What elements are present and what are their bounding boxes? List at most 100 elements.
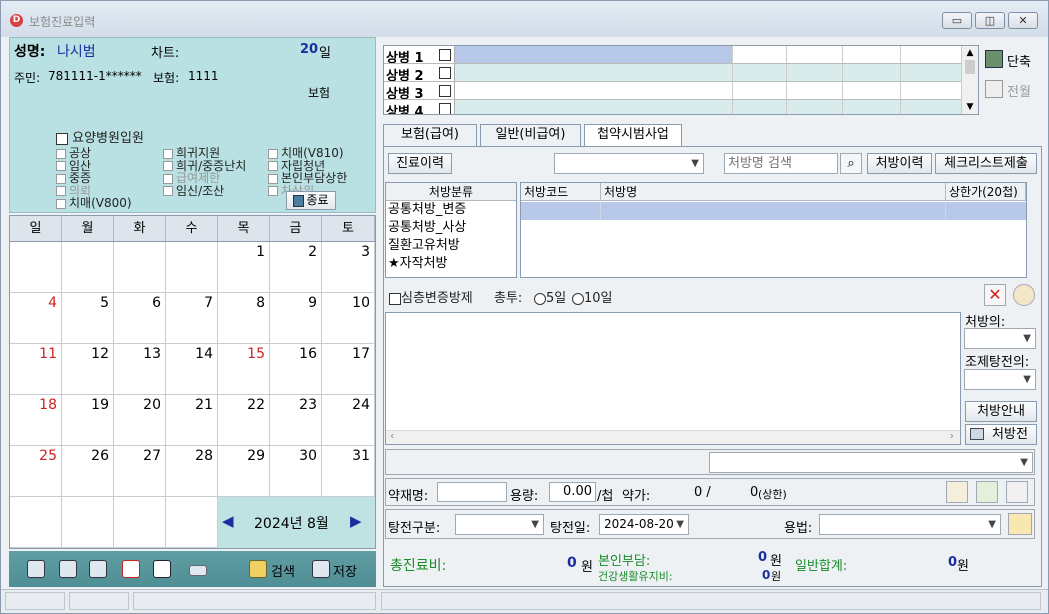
tab-general[interactable]: 일반(비급여): [480, 124, 581, 146]
prep-doctor-select[interactable]: ▼: [964, 369, 1036, 390]
scroll-up-icon[interactable]: ▲: [962, 46, 978, 60]
calendar-day[interactable]: [114, 242, 166, 293]
calendar-icon[interactable]: [122, 560, 140, 578]
calendar-day[interactable]: 16: [270, 344, 322, 395]
transfer-label[interactable]: 전월: [1007, 81, 1031, 100]
transfer-icon[interactable]: [985, 80, 1003, 98]
radio-icon[interactable]: [572, 292, 584, 305]
checkbox[interactable]: [439, 67, 451, 79]
next-month-icon[interactable]: ▶: [350, 512, 362, 530]
calendar-day[interactable]: 17: [322, 344, 375, 395]
diagnosis-cell[interactable]: [786, 82, 842, 99]
col-price[interactable]: 상한가(20첩): [946, 183, 1026, 201]
diagnosis-cell[interactable]: [786, 100, 842, 114]
checklist-button[interactable]: 체크리스트제출: [935, 153, 1037, 174]
diagnosis-cell[interactable]: [786, 64, 842, 81]
calendar-day[interactable]: 4: [10, 293, 62, 344]
search-input[interactable]: [724, 153, 838, 174]
delete-icon[interactable]: ✕: [984, 284, 1006, 306]
herb-list-hscroll[interactable]: ‹ ›: [386, 429, 960, 444]
diagnosis-cell[interactable]: [732, 100, 786, 114]
diagnosis-cell[interactable]: [732, 46, 786, 63]
scroll-right-icon[interactable]: ›: [950, 429, 954, 442]
search-icon[interactable]: ⌕: [840, 153, 862, 174]
calendar-day[interactable]: 6: [114, 293, 166, 344]
calendar-day[interactable]: 27: [114, 446, 166, 497]
calendar-day[interactable]: [114, 497, 166, 548]
rx-category-item[interactable]: 질환고유처방: [386, 237, 516, 255]
decoction-date-select[interactable]: 2024-08-20 ▼: [599, 514, 689, 535]
prev-month-icon[interactable]: ◀: [222, 512, 234, 530]
scroll-left-icon[interactable]: ‹: [390, 429, 394, 442]
print-icon[interactable]: [27, 560, 45, 578]
tab-pilot-program[interactable]: 첩약시범사업: [584, 124, 682, 147]
extra-select[interactable]: ▼: [709, 452, 1033, 473]
close-button[interactable]: ✕: [1008, 12, 1038, 29]
doctor-icon[interactable]: [1013, 284, 1035, 306]
rx-guide-button[interactable]: 처방안내: [965, 401, 1037, 422]
calendar-day[interactable]: 11: [10, 344, 62, 395]
diagnosis-cell[interactable]: [454, 64, 732, 81]
calendar-day[interactable]: [10, 242, 62, 293]
search-icon[interactable]: [249, 560, 267, 578]
calendar-day[interactable]: 29: [218, 446, 270, 497]
calendar-day[interactable]: [62, 497, 114, 548]
checkbox[interactable]: [56, 198, 66, 209]
calendar-day[interactable]: 5: [62, 293, 114, 344]
calendar-day[interactable]: 20: [114, 395, 166, 446]
radio-5-days[interactable]: 5일: [534, 287, 566, 306]
diagnosis-cell[interactable]: [900, 46, 961, 63]
save-icon[interactable]: [312, 560, 330, 578]
diagnosis-cell[interactable]: [842, 64, 900, 81]
printer-icon[interactable]: [59, 560, 77, 578]
checkbox[interactable]: [439, 85, 451, 97]
calendar-day[interactable]: 15: [218, 344, 270, 395]
calendar-day[interactable]: 14: [166, 344, 218, 395]
tools-icon[interactable]: [89, 560, 107, 578]
rx-category-item[interactable]: ★자작처방: [386, 255, 516, 273]
calendar-day[interactable]: 19: [62, 395, 114, 446]
scroll-down-icon[interactable]: ▼: [962, 100, 978, 114]
herb-name-input[interactable]: [437, 482, 507, 502]
calendar-day[interactable]: 1: [218, 242, 270, 293]
amount-input[interactable]: 0.00: [549, 482, 596, 502]
checkbox[interactable]: [163, 186, 173, 197]
search-label[interactable]: 검색: [271, 561, 295, 580]
print-rx-button[interactable]: 처방전: [965, 424, 1037, 445]
calendar-day[interactable]: 30: [270, 446, 322, 497]
mortar-icon[interactable]: [1006, 481, 1028, 503]
diagnosis-cell[interactable]: [900, 82, 961, 99]
end-button[interactable]: 종료: [286, 191, 336, 210]
history-button[interactable]: 진료이력: [388, 153, 452, 174]
shortcut-icon[interactable]: [985, 50, 1003, 68]
diagnosis-cell[interactable]: [786, 46, 842, 63]
calendar-day[interactable]: 7: [166, 293, 218, 344]
diagnosis-scrollbar[interactable]: ▲ ▼: [961, 46, 978, 114]
diagnosis-cell[interactable]: [842, 82, 900, 99]
calendar-day[interactable]: [10, 497, 62, 548]
doctor-select[interactable]: ▼: [964, 328, 1036, 349]
diagnosis-cell[interactable]: [454, 100, 732, 114]
calendar-day[interactable]: 28: [166, 446, 218, 497]
save-label[interactable]: 저장: [333, 561, 357, 580]
calendar-day[interactable]: 23: [270, 395, 322, 446]
calendar-day[interactable]: 22: [218, 395, 270, 446]
calendar-day[interactable]: 10: [322, 293, 375, 344]
diagnosis-row[interactable]: 상병 4: [384, 100, 974, 114]
checkbox[interactable]: [439, 103, 451, 114]
calendar-day[interactable]: 2: [270, 242, 322, 293]
tab-insurance[interactable]: 보험(급여): [383, 124, 477, 146]
shortcut-label[interactable]: 단축: [1007, 51, 1031, 70]
checkbox[interactable]: [56, 132, 68, 145]
schedule-icon[interactable]: [153, 560, 171, 578]
calendar-day[interactable]: [166, 242, 218, 293]
hand-icon[interactable]: [1008, 513, 1032, 535]
calendar-day[interactable]: 13: [114, 344, 166, 395]
calendar-day[interactable]: 24: [322, 395, 375, 446]
rx-history-button[interactable]: 처방이력: [867, 153, 932, 174]
col-name[interactable]: 처방명: [601, 183, 946, 201]
calendar-day[interactable]: [62, 242, 114, 293]
usage-select[interactable]: ▼: [819, 514, 1001, 535]
table-row[interactable]: [521, 202, 1026, 220]
calendar-day[interactable]: 3: [322, 242, 375, 293]
